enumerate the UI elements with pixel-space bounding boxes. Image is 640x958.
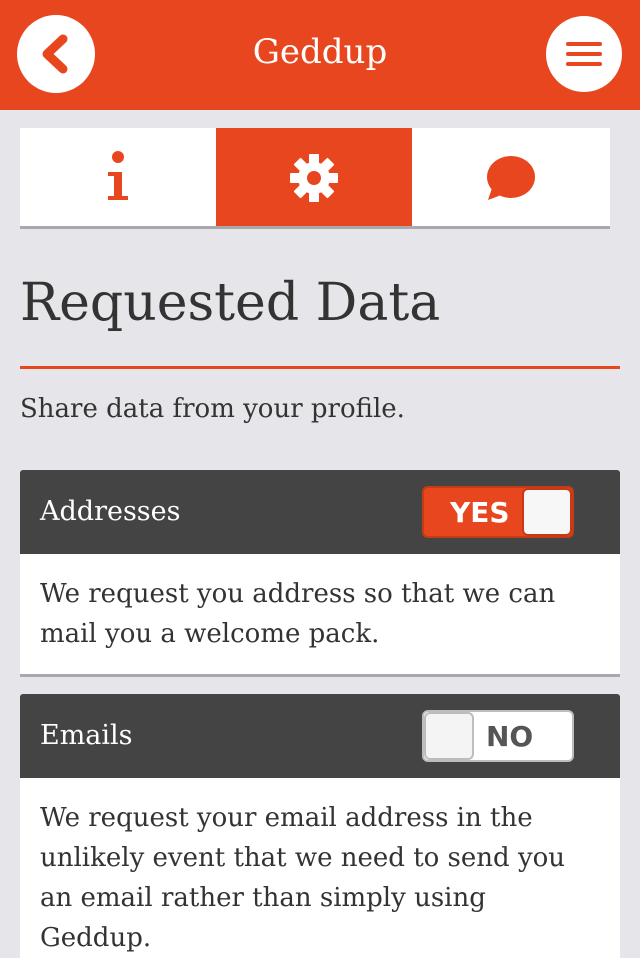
page-title: Requested Data bbox=[20, 273, 441, 333]
card-description: We request you address so that we can ma… bbox=[20, 554, 620, 674]
emails-toggle[interactable]: NO bbox=[422, 710, 574, 762]
tab-bar bbox=[20, 128, 610, 226]
tab-info[interactable] bbox=[20, 128, 216, 226]
data-card-emails: Emails NO We request your email address … bbox=[20, 694, 620, 958]
toggle-text: YES bbox=[450, 496, 510, 529]
card-header: Emails NO bbox=[20, 694, 620, 778]
data-card-addresses: Addresses YES We request you address so … bbox=[20, 470, 620, 674]
title-divider bbox=[20, 366, 620, 369]
info-icon bbox=[108, 151, 128, 200]
gear-icon bbox=[290, 154, 338, 202]
hamburger-menu-icon bbox=[566, 42, 602, 66]
card-description: We request your email address in the unl… bbox=[20, 778, 620, 958]
card-label: Emails bbox=[40, 720, 133, 751]
app-title: Geddup bbox=[252, 32, 388, 72]
addresses-toggle[interactable]: YES bbox=[422, 486, 574, 538]
toggle-text: NO bbox=[486, 720, 534, 753]
card-label: Addresses bbox=[40, 496, 181, 527]
menu-button[interactable] bbox=[546, 16, 622, 92]
chat-bubble-icon bbox=[487, 156, 535, 200]
toggle-knob[interactable] bbox=[522, 488, 572, 536]
tab-messages[interactable] bbox=[412, 128, 608, 226]
top-bar: Geddup bbox=[0, 0, 640, 110]
tab-settings[interactable] bbox=[216, 128, 412, 226]
card-header: Addresses YES bbox=[20, 470, 620, 554]
intro-text: Share data from your profile. bbox=[20, 394, 405, 424]
toggle-knob[interactable] bbox=[424, 712, 474, 760]
